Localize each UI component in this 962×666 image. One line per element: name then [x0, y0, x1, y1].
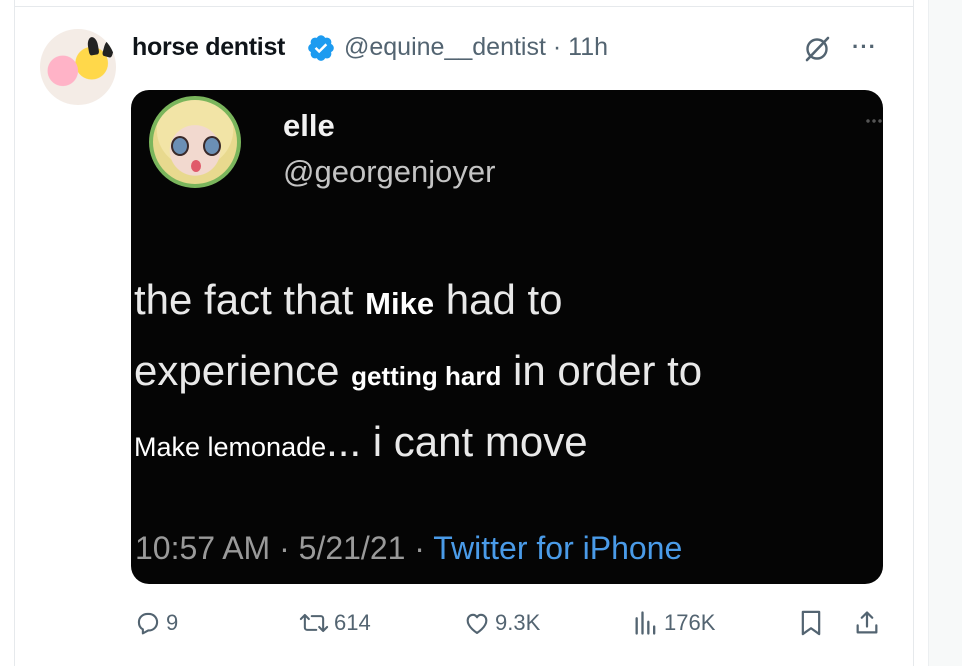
tweet-time[interactable]: 11h	[568, 33, 608, 61]
text-fragment: experience	[134, 347, 352, 394]
side-panel-edge	[928, 0, 962, 666]
embedded-more-icon	[865, 118, 883, 124]
pasted-word: getting hard	[351, 361, 502, 391]
like-count: 9.3K	[495, 610, 541, 635]
embedded-text-line-2: experience getting hard in order to	[134, 347, 702, 395]
reply-count: 9	[166, 610, 179, 635]
author-avatar[interactable]	[40, 29, 116, 105]
embedded-avatar	[149, 96, 241, 188]
avatar-ear-left	[86, 36, 100, 56]
tweet-top-border	[14, 6, 914, 7]
author-handle[interactable]: @equine__dentist	[344, 33, 546, 61]
text-fragment: had to	[434, 276, 563, 323]
avatar-eye-left	[171, 136, 189, 156]
embedded-screenshot[interactable]: elle @georgenjoyer the fact that Mike ha…	[131, 90, 883, 584]
embedded-source: Twitter for iPhone	[433, 530, 683, 566]
share-icon	[856, 611, 878, 634]
pasted-word: Mike	[365, 286, 435, 321]
views-icon	[635, 611, 656, 635]
bookmark-icon	[801, 610, 821, 636]
retweet-button[interactable]: 614	[298, 608, 371, 638]
like-button[interactable]: 9.3K	[463, 608, 540, 638]
embedded-handle: @georgenjoyer	[283, 154, 496, 189]
embedded-text-line-3: Make lemonade... i cant move	[134, 418, 588, 466]
retweet-count: 614	[334, 610, 371, 635]
share-button[interactable]	[854, 608, 880, 638]
reply-button[interactable]: 9	[134, 608, 178, 638]
embedded-name: elle	[283, 108, 335, 143]
views-button[interactable]: 176K	[632, 608, 715, 638]
embedded-timestamp: 10:57 AM · 5/21/21 ·	[135, 530, 434, 566]
text-fragment: the fact that	[134, 276, 366, 323]
timeline-right-border	[913, 0, 914, 666]
avatar-eye-right	[203, 136, 221, 156]
side-panel-border	[928, 0, 929, 666]
author-name[interactable]: horse dentist	[132, 33, 285, 62]
avatar-ear-right	[101, 38, 116, 58]
text-fragment: in order to	[501, 347, 703, 394]
like-icon	[466, 613, 488, 634]
avatar-mouth	[191, 160, 201, 172]
more-icon[interactable]: ···	[852, 34, 877, 60]
retweet-icon	[299, 613, 329, 633]
reply-icon	[137, 612, 159, 635]
embedded-meta: 10:57 AM · 5/21/21 · Twitter for iPhone	[135, 530, 682, 567]
views-count: 176K	[664, 610, 716, 635]
embedded-text-line-1: the fact that Mike had to	[134, 276, 563, 324]
text-fragment: ... i cant move	[326, 418, 588, 465]
grok-icon[interactable]	[802, 34, 832, 64]
verified-badge-icon[interactable]	[306, 33, 336, 63]
timeline-left-border	[14, 0, 15, 666]
pasted-word: Make lemonade	[134, 432, 327, 462]
author-handle-and-time[interactable]: @equine__dentist · 11h	[344, 33, 608, 62]
bookmark-button[interactable]	[798, 608, 824, 638]
meta-separator: ·	[552, 33, 562, 61]
